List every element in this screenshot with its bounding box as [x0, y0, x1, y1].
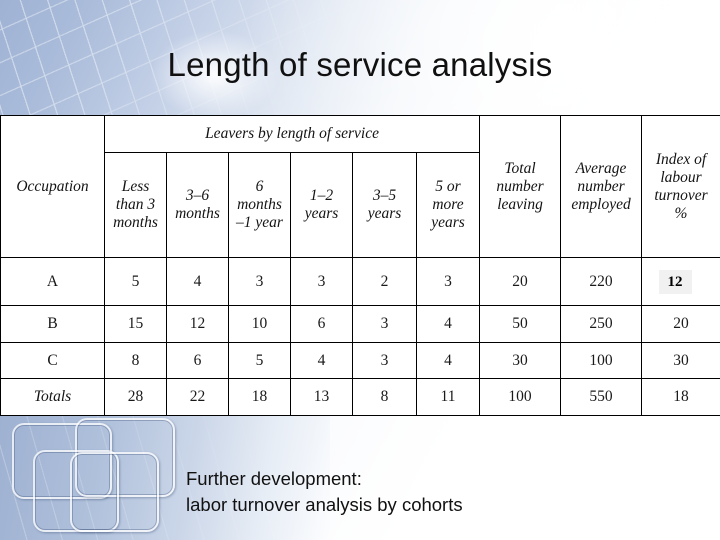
- cell-a-b2: 4: [166, 257, 229, 307]
- cell-b-average-employed: 250: [560, 305, 643, 343]
- cell-c-b3: 5: [228, 341, 291, 380]
- cell-totals-b4: 13: [290, 378, 353, 416]
- header-band-3-6-months: 3–6 months: [166, 151, 229, 259]
- table-header-row-group: Occupation Leavers by length of service …: [0, 114, 720, 259]
- note-line-2: labor turnover analysis by cohorts: [186, 494, 463, 515]
- cell-b-b5: 3: [352, 305, 417, 343]
- turnover-index-highlight: 12: [658, 269, 692, 294]
- header-band-1-2-years: 1–2 years: [290, 151, 353, 259]
- cell-c-b4: 4: [290, 341, 353, 380]
- cell-a-average-employed: 220: [560, 257, 643, 307]
- cell-b-b4: 6: [290, 305, 353, 343]
- cell-totals-turnover-index: 18: [641, 378, 720, 416]
- cell-b-b6: 4: [415, 305, 481, 343]
- header-band-less-than-3-months: Less than 3 months: [104, 151, 167, 259]
- cell-totals-b3: 18: [228, 378, 291, 416]
- row-label-b: B: [0, 305, 105, 343]
- cell-totals-b6: 11: [415, 378, 481, 416]
- cell-b-b3: 10: [228, 305, 291, 343]
- cell-totals-b1: 28: [104, 378, 167, 416]
- cell-a-b1: 5: [104, 257, 167, 307]
- header-band-6-months-1-year: 6 months –1 year: [228, 151, 291, 259]
- header-occupation: Occupation: [0, 114, 105, 259]
- cell-totals-b5: 8: [352, 378, 417, 416]
- header-band-3-5-years: 3–5 years: [352, 151, 417, 259]
- cell-totals-average-employed: 550: [560, 378, 643, 416]
- table-row-totals: Totals 28 22 18 13 8 11 100 550 18: [0, 378, 720, 416]
- cell-c-total-leaving: 30: [479, 341, 562, 380]
- cell-c-b6: 4: [415, 341, 481, 380]
- header-total-leaving: Total number leaving: [479, 114, 562, 259]
- header-leavers-group: Leavers by length of service: [103, 115, 481, 153]
- cell-b-b2: 12: [166, 305, 229, 343]
- cell-c-turnover-index: 30: [641, 341, 720, 380]
- cell-b-turnover-index: 20: [641, 305, 720, 343]
- cell-a-b4: 3: [290, 257, 353, 307]
- cell-c-b1: 8: [104, 341, 167, 380]
- cell-a-b3: 3: [228, 257, 291, 307]
- header-average-employed: Average number employed: [560, 114, 643, 259]
- cell-totals-b2: 22: [166, 378, 229, 416]
- cell-c-average-employed: 100: [560, 341, 643, 380]
- table-row: A 5 4 3 3 2 3 20 220 12: [0, 257, 720, 307]
- slide-title: Length of service analysis: [167, 46, 553, 83]
- further-development-note: Further development: labor turnover anal…: [186, 466, 606, 518]
- square-outline-decoration-4: [70, 452, 159, 532]
- service-analysis-table: Occupation Leavers by length of service …: [0, 114, 720, 416]
- cell-c-b2: 6: [166, 341, 229, 380]
- cell-a-total-leaving: 20: [479, 257, 562, 307]
- header-turnover-index: Index of labour turnover %: [641, 114, 720, 259]
- cell-a-b5: 2: [352, 257, 417, 307]
- row-label-c: C: [0, 341, 105, 380]
- table-row: C 8 6 5 4 3 4 30 100 30: [0, 341, 720, 380]
- header-band-5-or-more-years: 5 or more years: [415, 151, 481, 259]
- cell-b-b1: 15: [104, 305, 167, 343]
- table-row: B 15 12 10 6 3 4 50 250 20: [0, 305, 720, 343]
- cell-b-total-leaving: 50: [479, 305, 562, 343]
- note-line-1: Further development:: [186, 468, 362, 489]
- cell-c-b5: 3: [352, 341, 417, 380]
- row-label-a: A: [0, 257, 105, 307]
- cell-a-turnover-index: 12: [641, 257, 720, 307]
- cell-a-b6: 3: [415, 257, 481, 307]
- cell-totals-total-leaving: 100: [479, 378, 562, 416]
- row-label-totals: Totals: [0, 378, 105, 416]
